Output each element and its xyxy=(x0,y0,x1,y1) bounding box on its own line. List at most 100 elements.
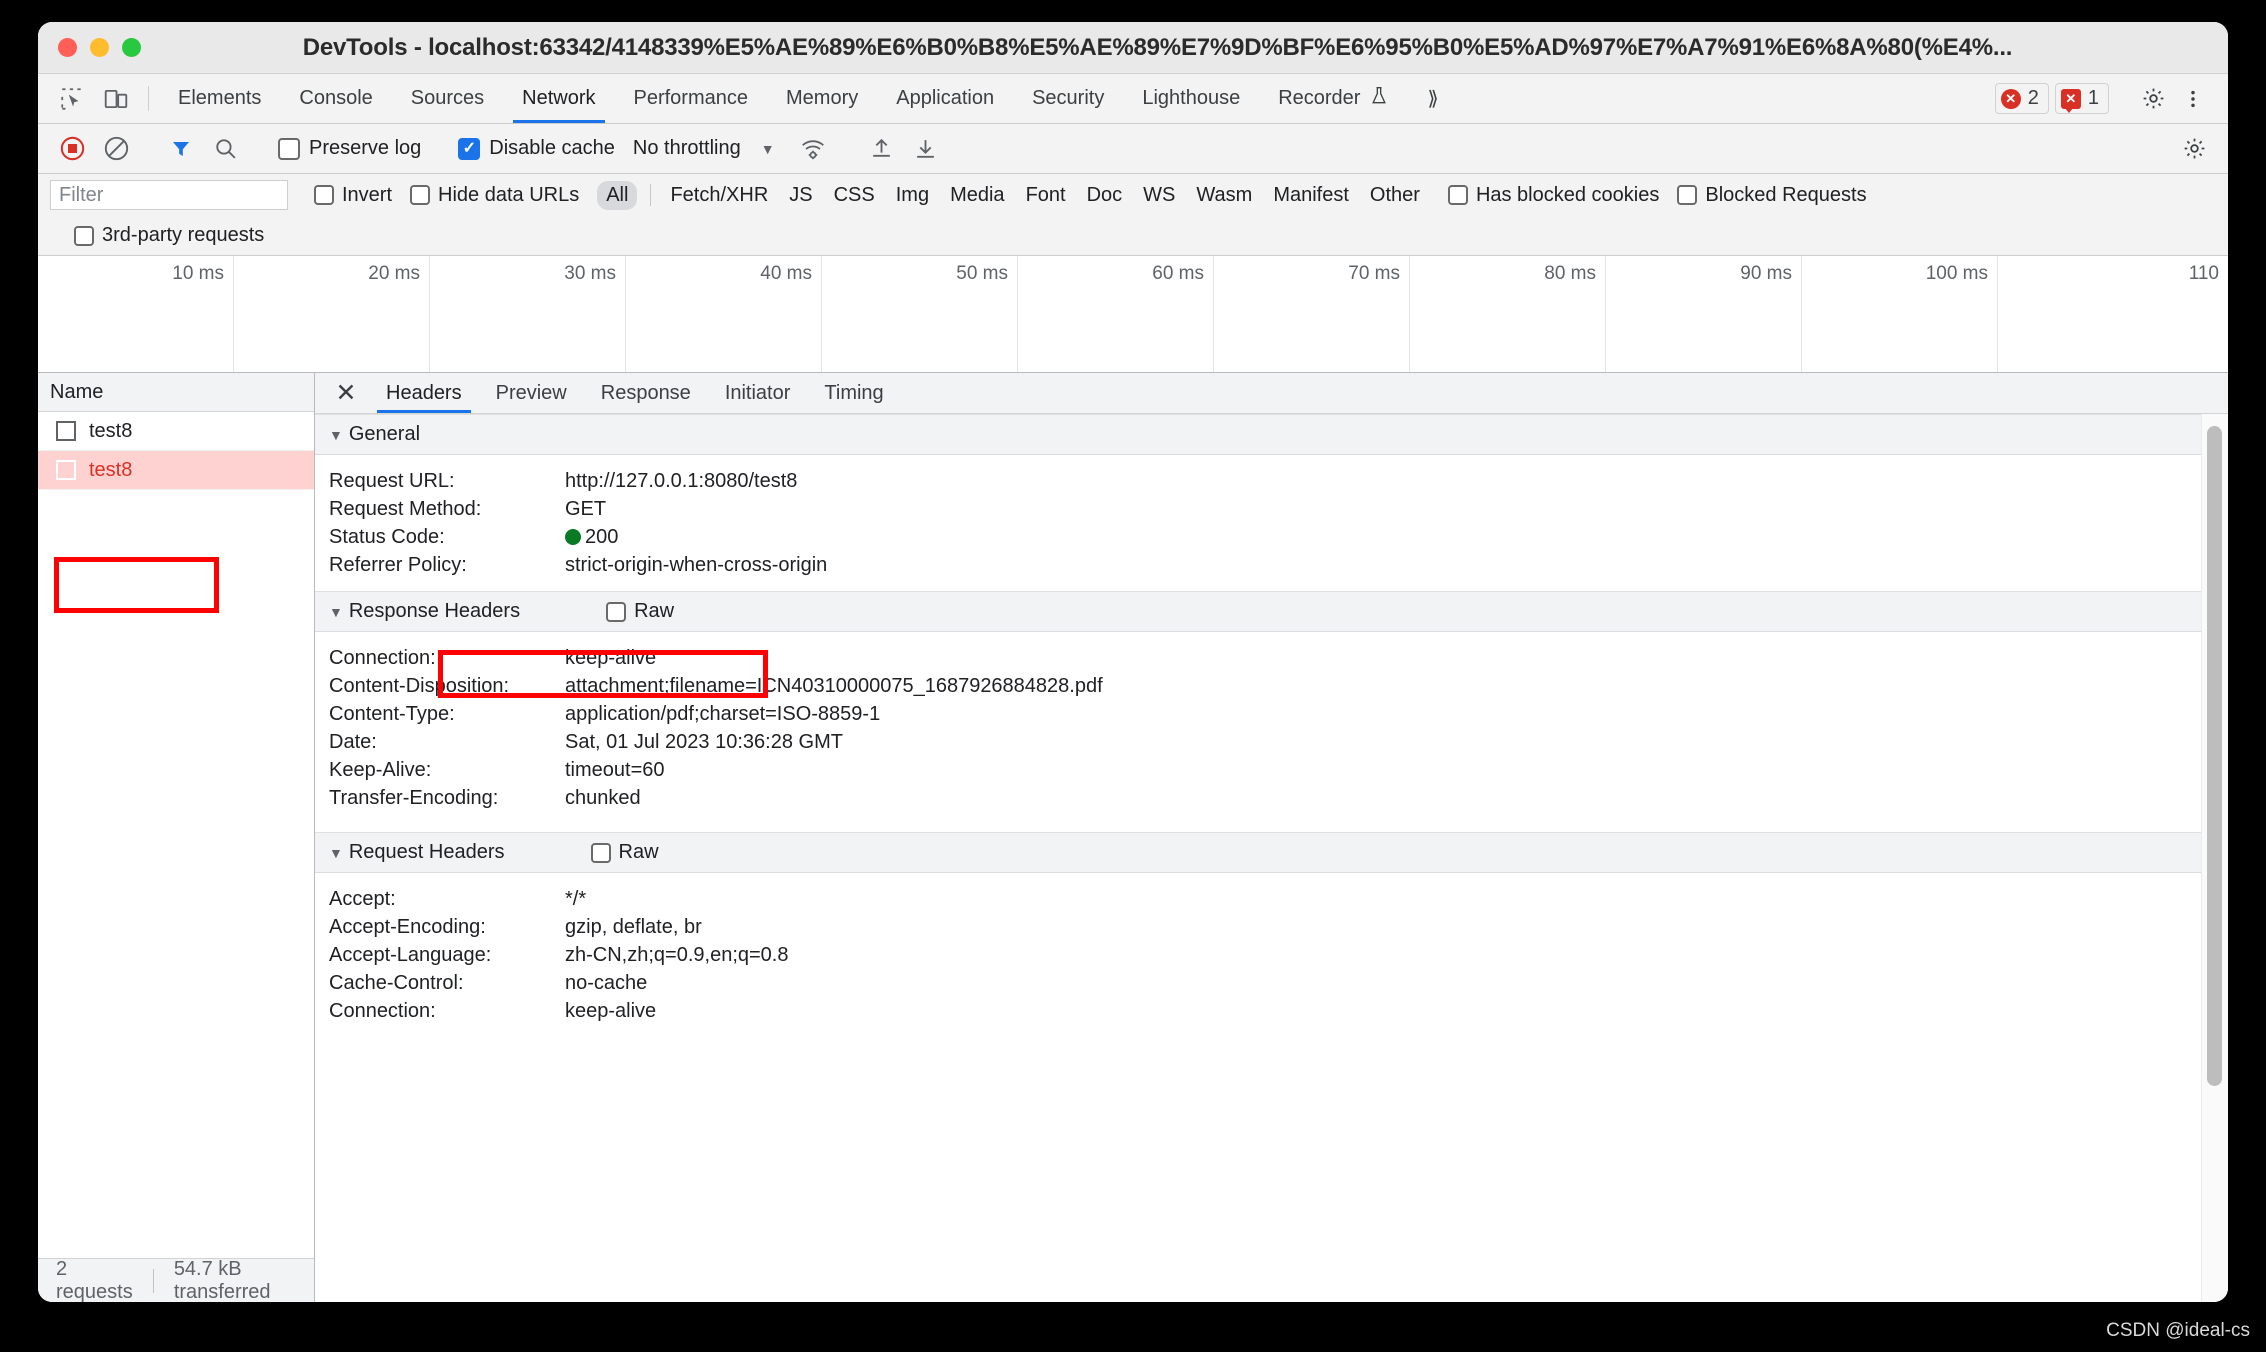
kebab-menu-icon[interactable] xyxy=(2174,80,2212,118)
header-key: Request URL: xyxy=(329,469,455,492)
header-row: Request Method: GET xyxy=(315,495,2228,523)
tab-headers[interactable]: Headers xyxy=(369,373,479,413)
chevron-down-icon: ▼ xyxy=(329,844,343,861)
close-icon[interactable]: ✕ xyxy=(323,373,369,413)
export-har-icon[interactable] xyxy=(906,129,946,169)
tab-response[interactable]: Response xyxy=(584,373,708,413)
has-blocked-cookies-checkbox[interactable]: Has blocked cookies xyxy=(1447,184,1659,207)
resource-filter-doc[interactable]: Doc xyxy=(1078,181,1132,210)
resource-filter-ws[interactable]: WS xyxy=(1134,181,1184,210)
table-row[interactable]: test8 xyxy=(38,412,314,451)
tab-label: Initiator xyxy=(724,381,791,404)
chevron-right-double-icon: ⟫ xyxy=(1427,88,1439,110)
tab-console[interactable]: Console xyxy=(280,74,391,123)
gear-icon[interactable] xyxy=(2134,80,2172,118)
checkbox-box xyxy=(606,601,627,622)
preserve-log-checkbox[interactable]: Preserve log xyxy=(278,137,421,160)
disable-cache-checkbox[interactable]: Disable cache xyxy=(458,137,615,160)
clear-icon[interactable] xyxy=(96,129,136,169)
preserve-log-label: Preserve log xyxy=(309,137,422,159)
tab-recorder[interactable]: Recorder xyxy=(1259,74,1408,123)
third-party-requests-checkbox[interactable]: 3rd-party requests xyxy=(74,224,264,247)
tab-application[interactable]: Application xyxy=(877,74,1013,123)
requests-count-label: 2 requests xyxy=(56,1257,133,1303)
resource-filter-img[interactable]: Img xyxy=(887,181,938,210)
tick-label: 60 ms xyxy=(1152,263,1204,284)
hide-data-urls-checkbox[interactable]: Hide data URLs xyxy=(410,184,579,207)
chevron-down-icon[interactable]: ▼ xyxy=(761,141,775,157)
inspect-element-icon[interactable] xyxy=(50,74,94,123)
header-row: Cache-Control: no-cache xyxy=(315,969,2228,997)
filter-input[interactable]: Filter xyxy=(50,180,288,210)
resource-filter-manifest[interactable]: Manifest xyxy=(1264,181,1358,210)
status-code-value: 200 xyxy=(565,526,618,549)
record-stop-icon[interactable] xyxy=(52,129,92,169)
resource-filter-css[interactable]: CSS xyxy=(825,181,884,210)
header-key: Cache-Control: xyxy=(329,971,464,994)
tab-label: Timing xyxy=(824,381,884,404)
section-header-general[interactable]: ▼ General xyxy=(315,414,2228,455)
tab-lighthouse[interactable]: Lighthouse xyxy=(1123,74,1259,123)
network-conditions-icon[interactable] xyxy=(793,129,833,169)
resource-filter-js[interactable]: JS xyxy=(780,181,821,210)
network-settings-gear-icon[interactable] xyxy=(2174,129,2214,169)
error-count-label: 2 xyxy=(2027,87,2039,109)
timeline-tick: 100 ms xyxy=(1802,256,1998,372)
throttling-select[interactable]: No throttling xyxy=(633,137,741,160)
search-icon[interactable] xyxy=(205,129,245,169)
resource-filter-wasm[interactable]: Wasm xyxy=(1187,181,1261,210)
resource-filter-other[interactable]: Other xyxy=(1361,181,1429,210)
section-header-request-headers[interactable]: ▼ Request Headers Raw xyxy=(315,832,2228,873)
error-count-badge[interactable]: ✕ 2 xyxy=(1994,83,2049,114)
experiment-flask-icon xyxy=(1369,86,1389,112)
section-header-response-headers[interactable]: ▼ Response Headers Raw xyxy=(315,591,2228,632)
raw-toggle-request[interactable]: Raw xyxy=(590,841,659,864)
tab-elements[interactable]: Elements xyxy=(159,74,280,123)
device-toolbar-icon[interactable] xyxy=(94,74,138,123)
tab-label: Network xyxy=(522,87,596,109)
import-har-icon[interactable] xyxy=(862,129,902,169)
network-overview-timeline[interactable]: 10 ms 20 ms 30 ms 40 ms 50 ms 60 ms 70 m… xyxy=(38,256,2228,373)
timeline-tick: 30 ms xyxy=(430,256,626,372)
header-row: Keep-Alive: timeout=60 xyxy=(315,756,2228,784)
detail-scrollbar-thumb[interactable] xyxy=(2207,426,2222,1086)
tab-label: Security xyxy=(1032,87,1105,109)
resource-filter-media[interactable]: Media xyxy=(941,181,1013,210)
request-checkbox-icon[interactable] xyxy=(56,460,76,480)
tab-memory[interactable]: Memory xyxy=(767,74,877,123)
timeline-tick: 40 ms xyxy=(626,256,822,372)
tab-timing[interactable]: Timing xyxy=(807,373,900,413)
filter-funnel-icon[interactable] xyxy=(161,129,201,169)
invert-checkbox[interactable]: Invert xyxy=(314,184,392,207)
request-list-header[interactable]: Name xyxy=(38,373,314,412)
zoom-button-icon[interactable] xyxy=(122,38,141,57)
tab-label: Response xyxy=(600,381,691,404)
header-value[interactable]: http://127.0.0.1:8080/test8 xyxy=(565,470,797,493)
resource-filter-fetch-xhr[interactable]: Fetch/XHR xyxy=(661,181,777,210)
resource-filter-all[interactable]: All xyxy=(597,180,638,210)
tab-sources[interactable]: Sources xyxy=(392,74,503,123)
tab-preview[interactable]: Preview xyxy=(479,373,584,413)
table-row[interactable]: test8 xyxy=(38,451,314,490)
blocked-requests-checkbox[interactable]: Blocked Requests xyxy=(1677,184,1867,207)
raw-toggle-response[interactable]: Raw xyxy=(606,600,674,623)
checkbox-box xyxy=(1447,185,1468,205)
header-value: no-cache xyxy=(565,971,648,994)
checkbox-box xyxy=(410,185,431,205)
tab-initiator[interactable]: Initiator xyxy=(708,373,808,413)
disable-cache-label: Disable cache xyxy=(489,137,615,159)
warning-count-badge[interactable]: ✕ 1 xyxy=(2054,83,2109,114)
tab-performance[interactable]: Performance xyxy=(615,74,768,123)
close-button-icon[interactable] xyxy=(58,38,77,57)
timeline-tick: 70 ms xyxy=(1214,256,1410,372)
request-checkbox-icon[interactable] xyxy=(56,421,76,441)
tab-security[interactable]: Security xyxy=(1013,74,1123,123)
filter-placeholder: Filter xyxy=(59,183,104,206)
tab-overflow-button[interactable]: ⟫ xyxy=(1408,74,1457,123)
tab-label: Headers xyxy=(386,381,462,404)
minimize-button-icon[interactable] xyxy=(90,38,109,57)
resource-filter-font[interactable]: Font xyxy=(1017,181,1075,210)
tab-network[interactable]: Network xyxy=(503,74,614,123)
